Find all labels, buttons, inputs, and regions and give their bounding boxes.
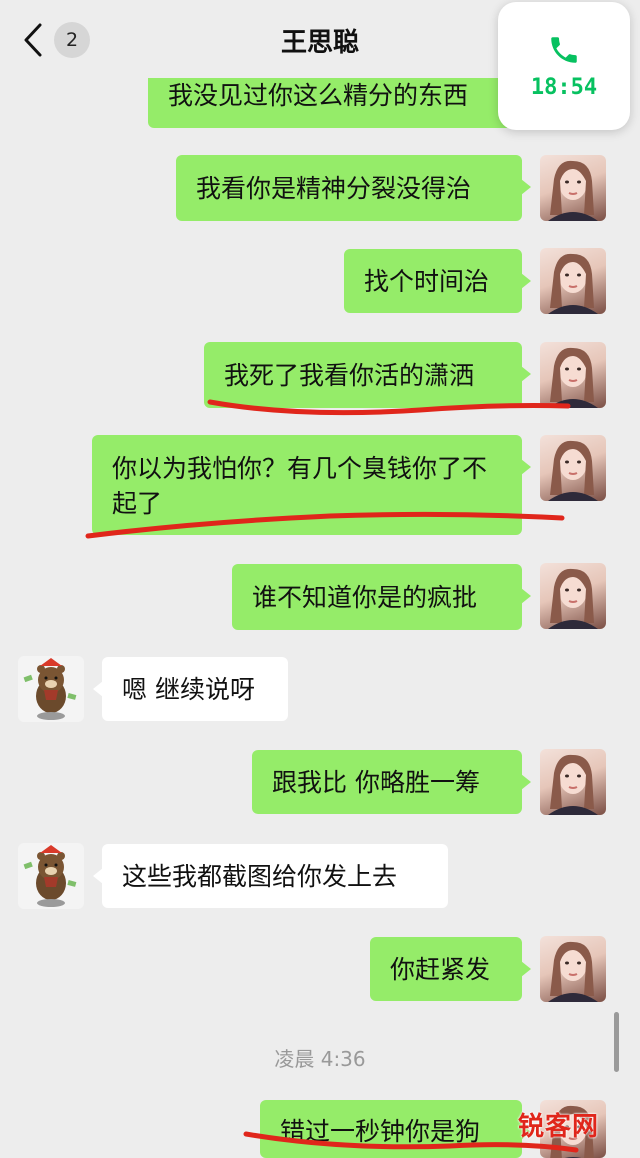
my-avatar[interactable] xyxy=(540,563,606,629)
message-text: 你赶紧发 xyxy=(390,954,491,984)
avatar-image xyxy=(548,347,598,408)
message-bubble[interactable]: 错过一秒钟你是狗 xyxy=(260,1100,531,1158)
message-bubble[interactable]: 跟我比 你略胜一筹 xyxy=(252,750,531,814)
my-avatar[interactable] xyxy=(540,749,606,815)
message-bubble[interactable]: 我看你是精神分裂没得治 xyxy=(176,155,531,221)
time-divider: 凌晨 4:36 xyxy=(274,1047,366,1071)
watermark: 锐客网 xyxy=(518,1112,600,1142)
message-bubble[interactable]: 嗯 继续说呀 xyxy=(93,657,288,721)
message-text: 我死了我看你活的潇洒 xyxy=(224,360,475,390)
message-bubble[interactable]: 找个时间治 xyxy=(344,249,531,313)
message-text: 我没见过你这么精分的东西 xyxy=(168,80,469,110)
scrollbar[interactable] xyxy=(614,1012,619,1072)
message-bubble[interactable]: 这些我都截图给你发上去 xyxy=(93,844,448,908)
my-avatar[interactable] xyxy=(540,248,606,314)
message-text: 嗯 继续说呀 xyxy=(122,674,255,704)
message-text: 谁不知道你是的疯批 xyxy=(252,582,478,612)
message-text: 跟我比 你略胜一筹 xyxy=(272,767,480,797)
avatar-image xyxy=(548,440,598,501)
contact-avatar[interactable] xyxy=(18,843,84,909)
avatar-image xyxy=(548,253,598,314)
avatar-image xyxy=(548,568,598,629)
message-bubble[interactable]: 你以为我怕你？有几个臭钱你了不起了 xyxy=(92,435,531,535)
my-avatar[interactable] xyxy=(540,342,606,408)
bear-sticker-icon xyxy=(23,658,77,720)
avatar-image xyxy=(548,754,598,815)
my-avatar[interactable] xyxy=(540,936,606,1002)
message-text: 找个时间治 xyxy=(364,266,490,296)
avatar-image xyxy=(548,160,598,221)
message-text: 我看你是精神分裂没得治 xyxy=(196,173,472,203)
avatar-image xyxy=(548,941,598,1002)
message-bubble[interactable]: 你赶紧发 xyxy=(370,937,531,1001)
call-duration: 18:54 xyxy=(530,74,598,100)
message-text: 这些我都截图给你发上去 xyxy=(122,861,398,891)
my-avatar[interactable] xyxy=(540,155,606,221)
bear-sticker-icon xyxy=(23,845,77,907)
message-text: 错过一秒钟你是狗 xyxy=(280,1117,481,1146)
call-floating-window[interactable]: 18:54 xyxy=(498,2,630,130)
my-avatar[interactable] xyxy=(540,435,606,501)
message-bubble[interactable]: 谁不知道你是的疯批 xyxy=(232,564,531,630)
phone-icon xyxy=(551,36,577,63)
message-bubble[interactable]: 我死了我看你活的潇洒 xyxy=(204,342,531,408)
contact-avatar[interactable] xyxy=(18,656,84,722)
message-text: 你以为我怕你？有几个臭钱你了不起了 xyxy=(112,454,488,518)
